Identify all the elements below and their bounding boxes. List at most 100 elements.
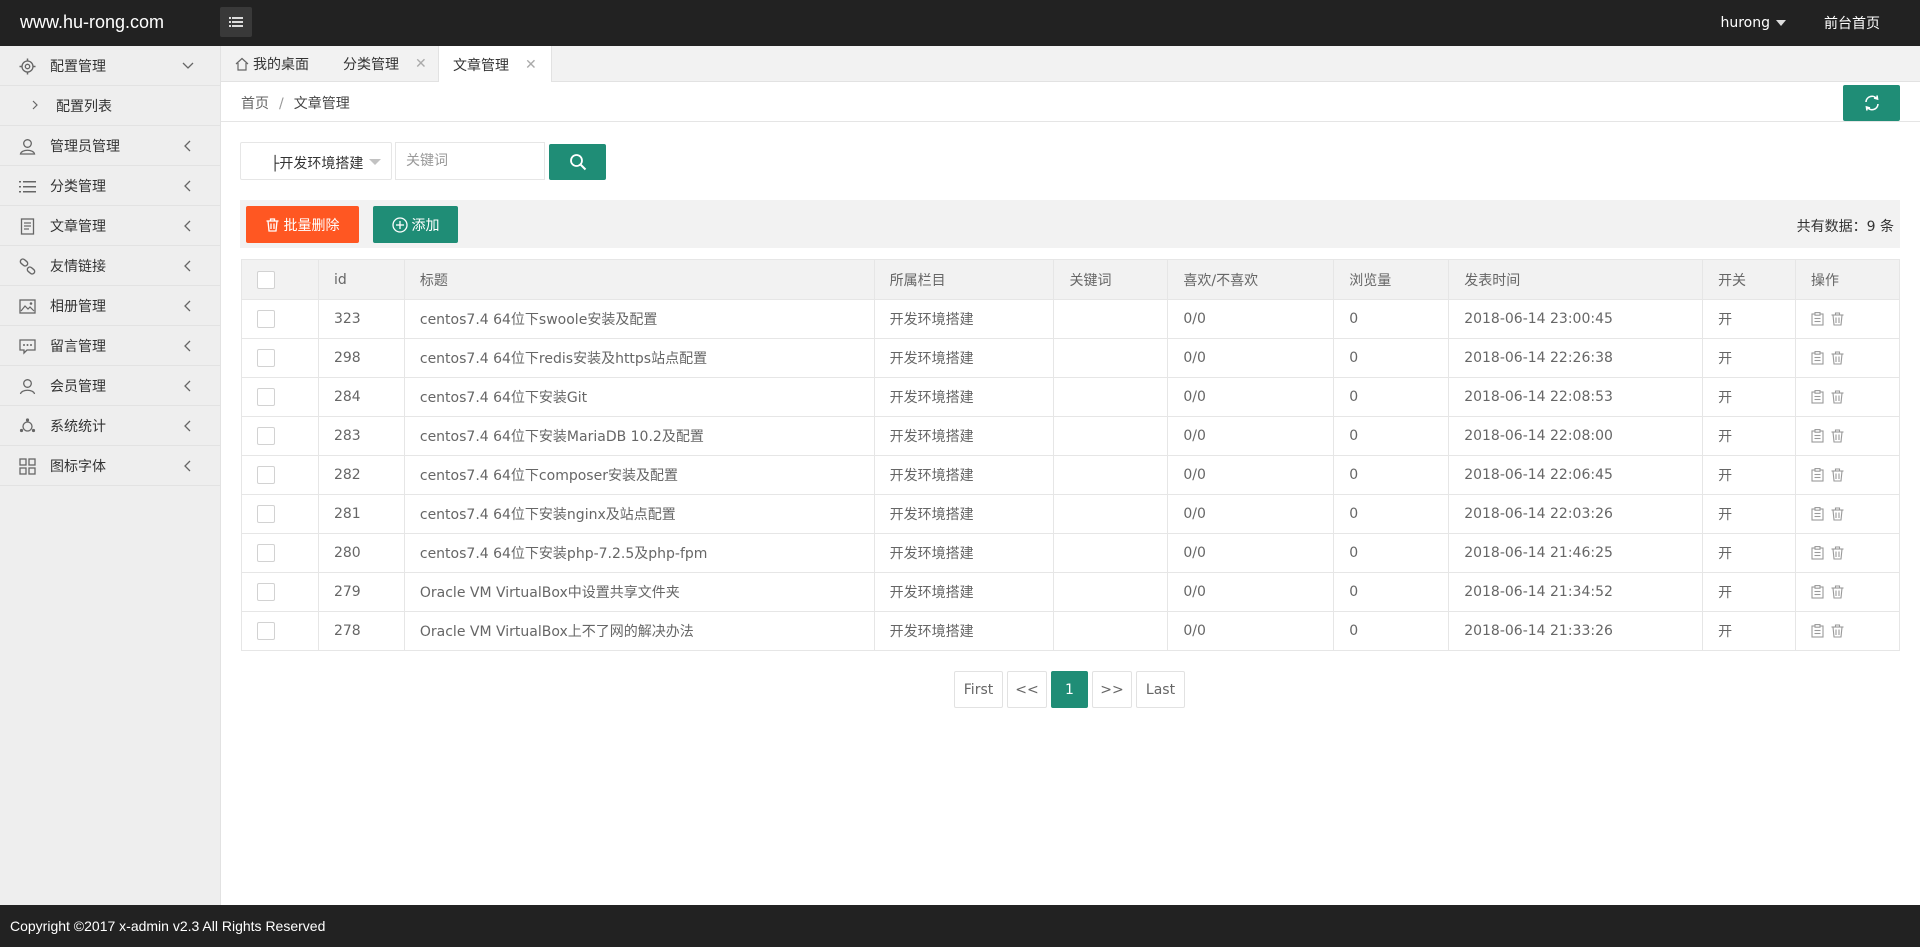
edit-icon[interactable] bbox=[1811, 468, 1824, 482]
sidebar-item-members[interactable]: 会员管理 bbox=[0, 366, 220, 406]
site-logo[interactable]: www.hu-rong.com bbox=[20, 0, 164, 44]
trash-icon[interactable] bbox=[1831, 312, 1844, 326]
menu-icon bbox=[229, 17, 243, 27]
trash-icon[interactable] bbox=[1831, 546, 1844, 560]
search-button[interactable] bbox=[549, 144, 606, 180]
edit-icon[interactable] bbox=[1811, 429, 1824, 443]
table-row: 323 centos7.4 64位下swoole安装及配置 开发环境搭建 0/0… bbox=[241, 299, 1900, 339]
cell-status[interactable]: 开 bbox=[1702, 338, 1796, 378]
cell-time: 2018-06-14 22:08:00 bbox=[1448, 416, 1704, 456]
cell-status[interactable]: 开 bbox=[1702, 572, 1796, 612]
trash-icon[interactable] bbox=[1831, 429, 1844, 443]
edit-icon[interactable] bbox=[1811, 507, 1824, 521]
trash-icon[interactable] bbox=[1831, 585, 1844, 599]
sidebar-item-links[interactable]: 友情链接 bbox=[0, 246, 220, 286]
row-checkbox[interactable] bbox=[257, 349, 275, 367]
category-select[interactable]: ├开发环境搭建 bbox=[240, 142, 392, 180]
cell-status[interactable]: 开 bbox=[1702, 455, 1796, 495]
sidebar-item-album[interactable]: 相册管理 bbox=[0, 286, 220, 326]
page-next-button[interactable]: >> bbox=[1092, 671, 1132, 708]
front-home-link[interactable]: 前台首页 bbox=[1804, 13, 1920, 33]
sidebar-subitem-config-list[interactable]: 配置列表 bbox=[0, 86, 220, 126]
edit-icon[interactable] bbox=[1811, 312, 1824, 326]
cell-title: centos7.4 64位下安装nginx及站点配置 bbox=[403, 494, 875, 534]
sidebar-item-article[interactable]: 文章管理 bbox=[0, 206, 220, 246]
cell-keywords bbox=[1053, 494, 1169, 534]
cell-status[interactable]: 开 bbox=[1702, 611, 1796, 651]
cell-id: 278 bbox=[317, 611, 405, 651]
row-checkbox[interactable] bbox=[257, 544, 275, 562]
refresh-button[interactable] bbox=[1843, 85, 1900, 121]
page-first-button[interactable]: First bbox=[954, 671, 1003, 708]
cell-keywords bbox=[1053, 416, 1169, 456]
select-all-checkbox[interactable] bbox=[257, 270, 275, 289]
close-icon[interactable]: ✕ bbox=[525, 57, 537, 73]
breadcrumb-home[interactable]: 首页 bbox=[241, 96, 269, 112]
sidebar-item-admin[interactable]: 管理员管理 bbox=[0, 126, 220, 166]
plus-circle-icon bbox=[391, 216, 408, 233]
sidebar-item-label: 相册管理 bbox=[50, 298, 106, 315]
cell-status[interactable]: 开 bbox=[1702, 299, 1796, 339]
keyword-input[interactable] bbox=[395, 142, 545, 180]
top-header: www.hu-rong.com hurong 前台首页 bbox=[0, 0, 1920, 46]
sidebar-item-icon-font[interactable]: 图标字体 bbox=[0, 446, 220, 486]
trash-icon[interactable] bbox=[1831, 390, 1844, 404]
category-select-value: ├开发环境搭建 bbox=[271, 156, 364, 172]
tab-label: 我的桌面 bbox=[253, 57, 309, 73]
row-checkbox[interactable] bbox=[257, 622, 275, 640]
cell-category: 开发环境搭建 bbox=[873, 611, 1055, 651]
menu-toggle-button[interactable] bbox=[220, 7, 252, 37]
row-checkbox[interactable] bbox=[257, 505, 275, 523]
cell-views: 0 bbox=[1333, 299, 1450, 339]
chevron-left-icon bbox=[184, 420, 191, 432]
cell-status[interactable]: 开 bbox=[1702, 377, 1796, 417]
page-current-button[interactable]: 1 bbox=[1051, 671, 1088, 708]
sidebar-item-label: 会员管理 bbox=[50, 378, 106, 395]
cell-keywords bbox=[1053, 299, 1169, 339]
cell-keywords bbox=[1053, 338, 1169, 378]
cell-status[interactable]: 开 bbox=[1702, 494, 1796, 534]
cell-category: 开发环境搭建 bbox=[873, 455, 1055, 495]
cell-status[interactable]: 开 bbox=[1702, 416, 1796, 456]
trash-icon[interactable] bbox=[1831, 351, 1844, 365]
sidebar-item-label: 配置列表 bbox=[56, 98, 112, 115]
row-checkbox[interactable] bbox=[257, 388, 275, 406]
chevron-left-icon bbox=[184, 460, 191, 472]
edit-icon[interactable] bbox=[1811, 546, 1824, 560]
cell-category: 开发环境搭建 bbox=[873, 416, 1055, 456]
close-icon[interactable]: ✕ bbox=[415, 56, 427, 72]
cell-actions bbox=[1795, 494, 1900, 534]
sidebar-item-category[interactable]: 分类管理 bbox=[0, 166, 220, 206]
tab-article[interactable]: 文章管理 ✕ bbox=[438, 46, 552, 83]
row-checkbox[interactable] bbox=[257, 466, 275, 484]
cell-status[interactable]: 开 bbox=[1702, 533, 1796, 573]
trash-icon[interactable] bbox=[1831, 468, 1844, 482]
tab-desktop[interactable]: 我的桌面 bbox=[235, 46, 309, 82]
column-header-time: 发表时间 bbox=[1448, 259, 1704, 300]
chevron-down-icon bbox=[182, 62, 194, 69]
tab-category[interactable]: 分类管理 ✕ bbox=[343, 46, 427, 82]
edit-icon[interactable] bbox=[1811, 390, 1824, 404]
trash-icon[interactable] bbox=[1831, 507, 1844, 521]
edit-icon[interactable] bbox=[1811, 624, 1824, 638]
edit-icon[interactable] bbox=[1811, 351, 1824, 365]
page-prev-button[interactable]: << bbox=[1007, 671, 1047, 708]
row-checkbox[interactable] bbox=[257, 310, 275, 328]
cell-views: 0 bbox=[1333, 338, 1450, 378]
footer: Copyright ©2017 x-admin v2.3 All Rights … bbox=[0, 905, 1920, 947]
trash-icon[interactable] bbox=[1831, 624, 1844, 638]
row-checkbox[interactable] bbox=[257, 583, 275, 601]
cell-views: 0 bbox=[1333, 572, 1450, 612]
cell-views: 0 bbox=[1333, 533, 1450, 573]
user-menu[interactable]: hurong bbox=[1702, 15, 1804, 31]
cell-category: 开发环境搭建 bbox=[873, 338, 1055, 378]
sidebar-item-messages[interactable]: 留言管理 bbox=[0, 326, 220, 366]
bulk-delete-button[interactable]: 批量删除 bbox=[246, 206, 359, 243]
column-header-actions: 操作 bbox=[1795, 259, 1900, 300]
sidebar-item-config[interactable]: 配置管理 bbox=[0, 46, 220, 86]
page-last-button[interactable]: Last bbox=[1136, 671, 1185, 708]
edit-icon[interactable] bbox=[1811, 585, 1824, 599]
add-button[interactable]: 添加 bbox=[373, 206, 458, 243]
row-checkbox[interactable] bbox=[257, 427, 275, 445]
sidebar-item-stats[interactable]: 系统统计 bbox=[0, 406, 220, 446]
